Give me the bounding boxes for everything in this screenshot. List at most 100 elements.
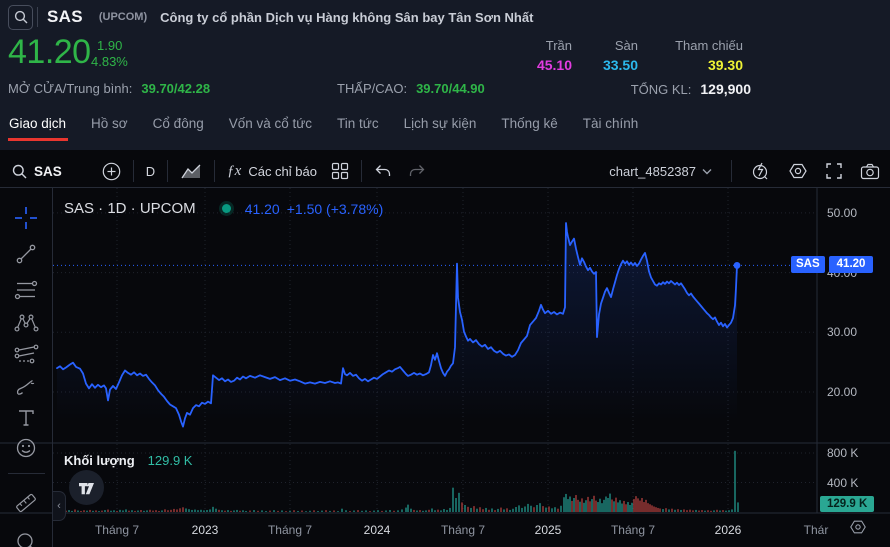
price-tick-label[interactable]: 50.00 bbox=[827, 206, 857, 220]
change-percent: 4.83% bbox=[91, 54, 128, 70]
volume-legend[interactable]: Khối lượng 129.9 K bbox=[64, 453, 192, 468]
undo-button[interactable] bbox=[374, 163, 392, 179]
tool-trend-line[interactable] bbox=[12, 240, 40, 268]
time-axis-label[interactable]: Thár bbox=[804, 523, 829, 537]
volume-bar bbox=[701, 510, 703, 512]
volume-bar bbox=[86, 511, 88, 512]
tab-0[interactable]: Giao dịch bbox=[9, 116, 66, 131]
volume-bar bbox=[542, 506, 544, 512]
volume-tick-label[interactable]: 800 K bbox=[827, 446, 858, 460]
volume-bar bbox=[631, 503, 633, 512]
tradingview-logo[interactable] bbox=[69, 470, 104, 505]
volume-bar bbox=[571, 501, 573, 512]
snapshot-button[interactable] bbox=[860, 163, 880, 180]
tool-text[interactable] bbox=[12, 404, 40, 432]
volume-bar bbox=[89, 510, 91, 512]
last-price-axis-label: SAS 41.20 bbox=[791, 256, 873, 273]
volume-bar bbox=[428, 510, 430, 512]
volume-bar bbox=[734, 451, 736, 512]
volume-bar bbox=[167, 510, 169, 512]
volume-bar bbox=[227, 510, 229, 512]
reference-column: Tham chiếu 39.30 bbox=[643, 38, 743, 73]
volume-bar bbox=[393, 511, 395, 512]
volume-bar bbox=[285, 511, 287, 512]
volume-bar bbox=[425, 510, 427, 512]
volume-bar bbox=[239, 511, 241, 512]
multichart-layout-button[interactable] bbox=[331, 162, 349, 180]
volume-bar bbox=[647, 503, 649, 512]
redo-button[interactable] bbox=[408, 163, 426, 179]
chart-legend[interactable]: SAS · 1D · UPCOM 41.20+1.50 (+3.78%) bbox=[64, 200, 383, 217]
gear-icon bbox=[849, 518, 867, 536]
volume-bar bbox=[173, 509, 175, 512]
fullscreen-button[interactable] bbox=[825, 162, 843, 180]
time-axis-label[interactable]: 2023 bbox=[192, 523, 219, 537]
volume-bar bbox=[230, 511, 232, 512]
volume-bar bbox=[176, 509, 178, 512]
compare-add-button[interactable] bbox=[102, 162, 121, 181]
volume-bar bbox=[365, 510, 367, 512]
time-axis-settings[interactable] bbox=[849, 518, 867, 541]
time-axis-label[interactable]: 2026 bbox=[715, 523, 742, 537]
symbol-search-field[interactable]: SAS bbox=[12, 164, 62, 179]
sidebar-collapse-handle[interactable]: ‹ bbox=[53, 491, 66, 521]
volume-bar bbox=[158, 511, 160, 512]
price-volume-chart[interactable] bbox=[0, 188, 890, 547]
volume-bar bbox=[611, 499, 613, 512]
tradingview-logo-icon bbox=[77, 478, 96, 497]
tab-6[interactable]: Thống kê bbox=[501, 116, 557, 131]
time-axis-label[interactable]: 2024 bbox=[364, 523, 391, 537]
chart-layout-menu[interactable]: chart_4852387 bbox=[609, 164, 712, 179]
tab-4[interactable]: Tin tức bbox=[337, 116, 379, 131]
volume-bar bbox=[242, 510, 244, 512]
volume-tick-label[interactable]: 400 K bbox=[827, 476, 858, 490]
tool-ruler[interactable] bbox=[12, 489, 40, 517]
chip-symbol: SAS bbox=[791, 256, 825, 273]
tab-1[interactable]: Hồ sơ bbox=[91, 116, 128, 131]
tool-zoom[interactable] bbox=[12, 528, 40, 547]
tab-5[interactable]: Lịch sự kiện bbox=[404, 116, 477, 131]
volume-bar bbox=[659, 508, 661, 512]
time-axis-label[interactable]: Tháng 7 bbox=[441, 523, 485, 537]
volume-bar bbox=[413, 510, 415, 512]
volume-bar bbox=[182, 507, 184, 512]
volume-bar bbox=[683, 509, 685, 512]
volume-bar bbox=[446, 510, 448, 512]
volume-legend-value: 129.9 K bbox=[148, 453, 193, 468]
chart-type-button[interactable] bbox=[180, 162, 202, 180]
volume-bar bbox=[655, 507, 657, 512]
chart-canvas-area[interactable]: ‹ SAS · 1D · UPCOM 41.20+1.50 (+3.78%) K… bbox=[0, 188, 890, 547]
volume-bar bbox=[563, 497, 565, 512]
tab-7[interactable]: Tài chính bbox=[583, 116, 639, 131]
volume-bar bbox=[257, 511, 259, 512]
tool-emoji[interactable] bbox=[12, 434, 40, 462]
settings-button[interactable] bbox=[788, 161, 808, 181]
volume-bar bbox=[191, 510, 193, 512]
time-axis-label[interactable]: Tháng 7 bbox=[611, 523, 655, 537]
volume-bar bbox=[140, 510, 142, 512]
tab-2[interactable]: Cổ đông bbox=[153, 116, 204, 131]
volume-bar bbox=[613, 501, 615, 512]
indicators-button[interactable]: ƒx Các chỉ báo bbox=[227, 163, 317, 180]
tool-brush[interactable] bbox=[12, 373, 40, 401]
time-axis-label[interactable]: Tháng 7 bbox=[268, 523, 312, 537]
volume-bar bbox=[587, 497, 589, 512]
volume-bar bbox=[218, 510, 220, 512]
change-absolute: 1.90 bbox=[97, 38, 128, 54]
time-axis-label[interactable]: Tháng 7 bbox=[95, 523, 139, 537]
divider bbox=[361, 160, 362, 182]
tab-3[interactable]: Vốn và cổ tức bbox=[229, 116, 312, 131]
tool-crosshair[interactable] bbox=[12, 204, 40, 232]
tool-fib-retracement[interactable] bbox=[12, 276, 40, 304]
interval-button[interactable]: D bbox=[146, 164, 155, 179]
alert-button[interactable] bbox=[751, 161, 771, 181]
tool-projection[interactable] bbox=[12, 340, 40, 368]
volume-bar bbox=[603, 500, 605, 512]
price-tick-label[interactable]: 20.00 bbox=[827, 385, 857, 399]
volume-bar bbox=[551, 508, 553, 512]
symbol-search-button[interactable] bbox=[8, 5, 33, 30]
divider bbox=[133, 160, 134, 182]
price-tick-label[interactable]: 30.00 bbox=[827, 325, 857, 339]
time-axis-label[interactable]: 2025 bbox=[535, 523, 562, 537]
tool-xabcd-pattern[interactable] bbox=[12, 308, 40, 336]
